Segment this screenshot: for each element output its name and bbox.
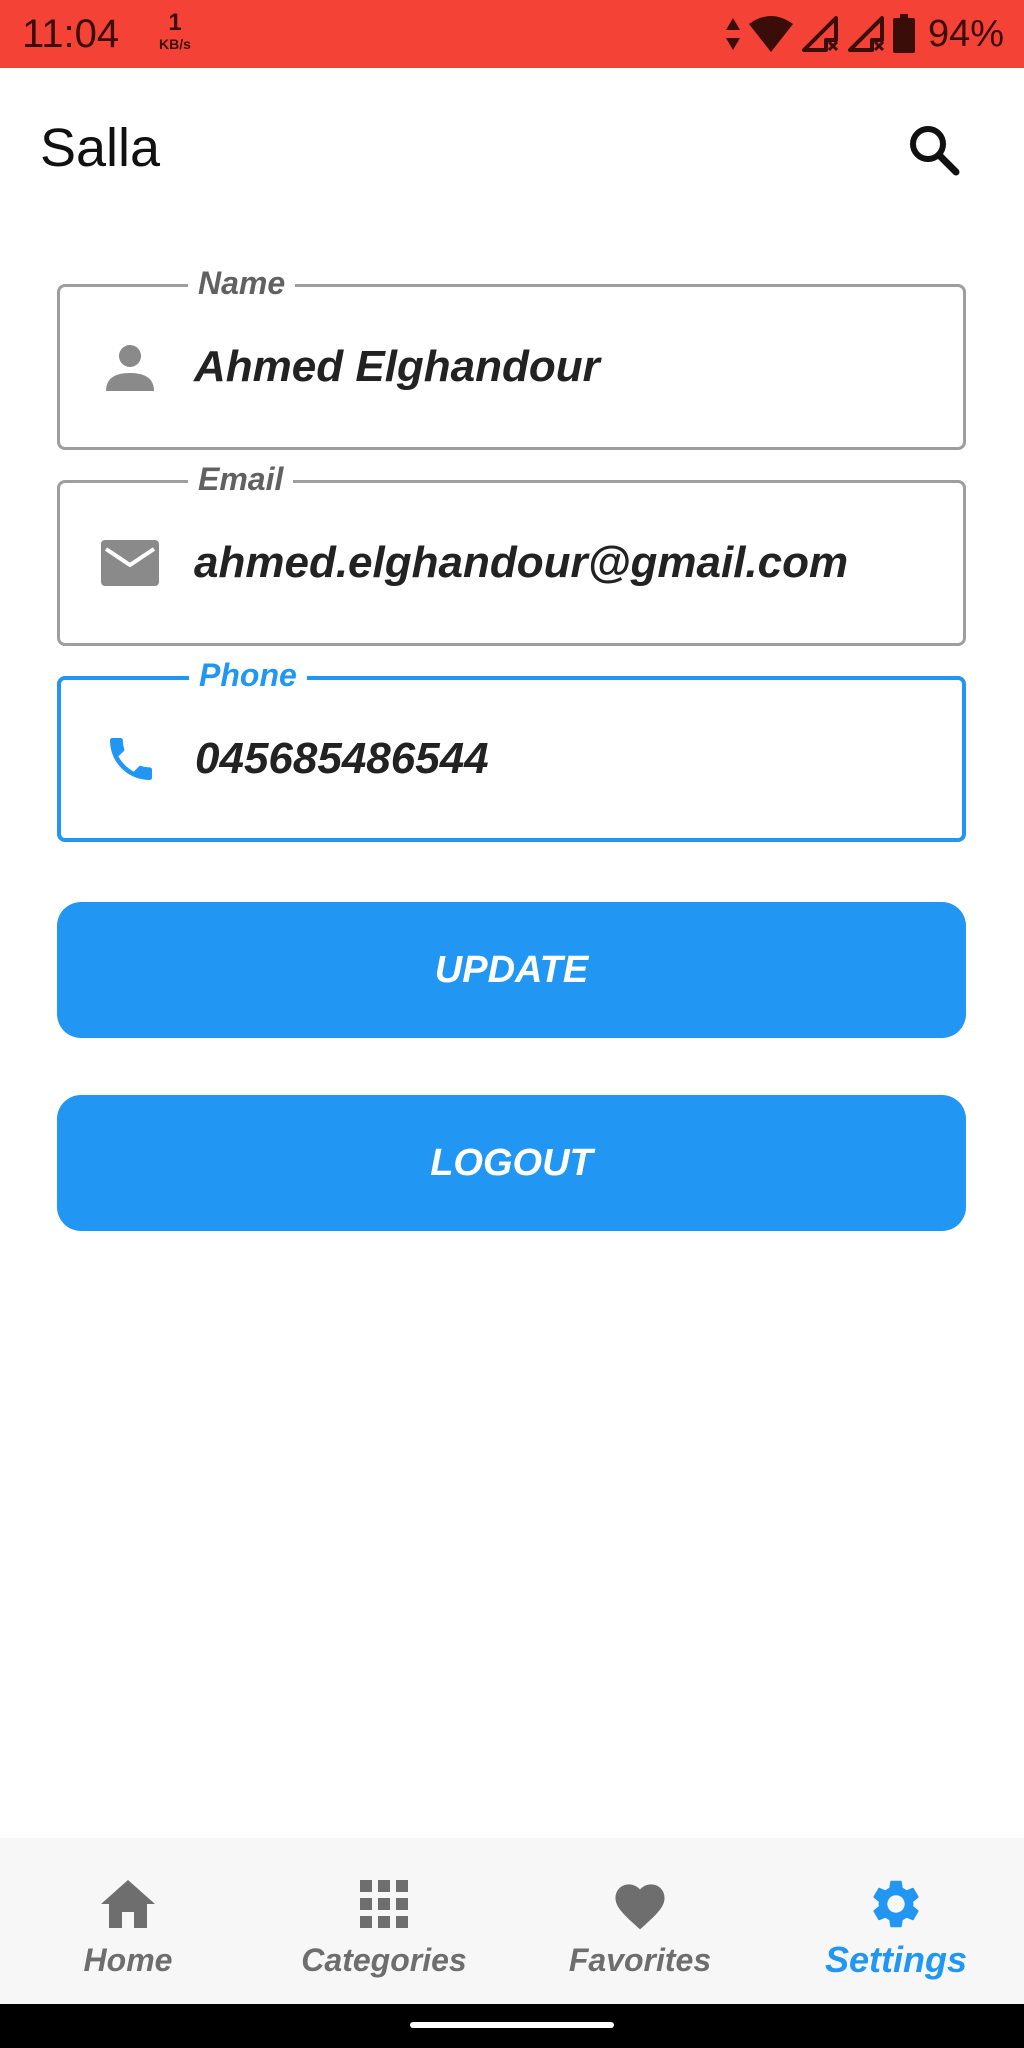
settings-screen: 11:04 1 KB/s 94% Salla Name Ahmed Elghan…	[0, 0, 1024, 2048]
nav-item-favorites[interactable]: Favorites	[512, 1838, 768, 2004]
name-field[interactable]: Name Ahmed Elghandour	[57, 263, 966, 450]
nav-label-favorites: Favorites	[568, 1942, 712, 1978]
network-speed: 1 KB/s	[150, 9, 200, 53]
phone-field[interactable]: Phone 045685486544	[57, 655, 966, 842]
nav-label-home: Home	[83, 1942, 173, 1978]
email-input[interactable]: ahmed.elghandour@gmail.com	[194, 535, 848, 591]
battery-percent: 94%	[927, 13, 1004, 55]
update-button[interactable]: UPDATE	[57, 902, 966, 1038]
heart-icon	[608, 1872, 672, 1936]
name-input[interactable]: Ahmed Elghandour	[194, 339, 600, 395]
bottom-navigation: Home Categories Favorites Settings	[0, 1838, 1024, 2004]
app-bar: Salla	[0, 68, 1024, 228]
home-indicator[interactable]	[410, 2022, 614, 2028]
email-field-label: Email	[188, 459, 294, 499]
nav-item-home[interactable]: Home	[0, 1838, 256, 2004]
mail-icon	[98, 531, 162, 595]
phone-field-label: Phone	[189, 655, 307, 695]
nav-label-settings: Settings	[824, 1939, 967, 1980]
nav-item-categories[interactable]: Categories	[256, 1838, 512, 2004]
battery-icon	[892, 14, 915, 53]
email-field[interactable]: Email ahmed.elghandour@gmail.com	[57, 459, 966, 646]
status-icons: 94%	[724, 12, 1004, 56]
status-bar: 11:04 1 KB/s 94%	[0, 0, 1024, 68]
grid-icon	[352, 1872, 416, 1936]
data-arrows-icon	[725, 18, 740, 50]
phone-input[interactable]: 045685486544	[195, 731, 489, 787]
person-icon	[98, 335, 162, 399]
wifi-icon	[748, 16, 793, 52]
status-time: 11:04	[22, 12, 120, 56]
search-button[interactable]	[902, 118, 966, 182]
app-title: Salla	[40, 118, 161, 178]
nav-label-categories: Categories	[301, 1942, 467, 1978]
nav-item-settings[interactable]: Settings	[768, 1838, 1024, 2004]
network-speed-value: 1	[168, 9, 182, 36]
network-speed-unit: KB/s	[159, 36, 191, 52]
gear-icon	[864, 1872, 928, 1936]
name-field-label: Name	[188, 263, 296, 303]
signal-no-service-icon	[801, 16, 838, 52]
search-icon	[910, 126, 960, 176]
system-navigation-bar	[0, 2004, 1024, 2048]
logout-button[interactable]: LOGOUT	[57, 1095, 966, 1231]
home-icon	[96, 1872, 160, 1936]
phone-icon	[99, 727, 163, 791]
signal-no-service-icon	[847, 16, 884, 52]
